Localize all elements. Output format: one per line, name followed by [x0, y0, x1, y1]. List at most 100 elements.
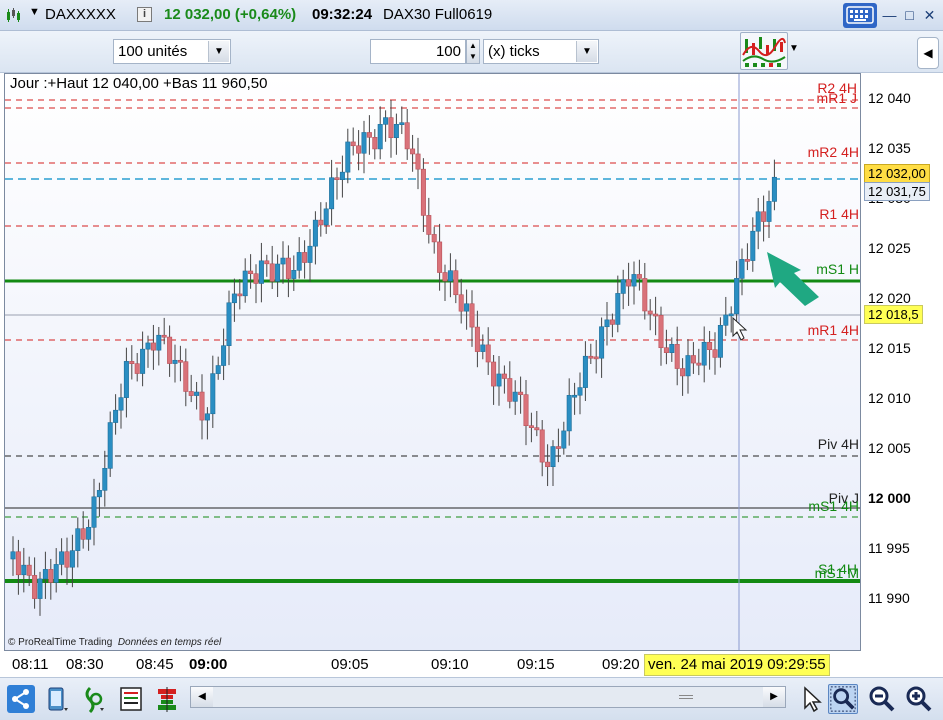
candle-body [626, 279, 632, 287]
daily-range-text: Jour :+Haut 12 040,00 +Bas 11 960,50 [10, 75, 268, 92]
book-button[interactable] [152, 684, 182, 714]
collapse-panel-button[interactable]: ◀ [917, 37, 939, 69]
chart-scrollbar[interactable]: ◀ ▶ [190, 686, 786, 708]
candle-body [377, 124, 383, 150]
candle-body [599, 326, 605, 359]
zoom-in-button[interactable] [903, 684, 933, 714]
candle-body [210, 373, 216, 415]
last-price-tag: 12 032,00 [864, 164, 930, 183]
candle-body [680, 368, 686, 377]
cursor-icon [804, 686, 822, 713]
candle-body [172, 359, 178, 364]
candle-body [237, 293, 243, 297]
price-axis[interactable] [861, 73, 943, 651]
candle-body [161, 334, 167, 338]
candle-body [269, 263, 275, 282]
candle-body [717, 325, 723, 358]
phone-button[interactable] [42, 684, 72, 714]
candle-body [561, 430, 567, 449]
y-tick-label: 12 015 [868, 340, 911, 356]
candle-body [280, 257, 286, 265]
units-select[interactable]: 100 unités ▼ [113, 39, 231, 64]
candle-body [258, 260, 264, 284]
candle-body [264, 260, 270, 265]
candle-body [318, 219, 324, 226]
keyboard-button[interactable] [843, 3, 877, 28]
y-tick-label: 12 020 [868, 290, 911, 306]
price-change: 12 032,00 (+0,64%) [164, 6, 297, 23]
candle-body [480, 344, 486, 352]
info-icon[interactable]: i [137, 7, 152, 22]
level-label-ms1-4h: mS1 4H [808, 498, 859, 514]
scroll-left-button[interactable]: ◀ [191, 687, 213, 707]
order-toolbar: 100 unités ▼ 100 ▲ ▼ (x) ticks ▼ ▼ ◀ [0, 31, 943, 73]
maximize-icon: □ [905, 7, 914, 23]
ticks-select[interactable]: (x) ticks ▼ [483, 39, 599, 64]
candle-body [642, 278, 648, 312]
ticks-select-value: (x) ticks [488, 43, 540, 60]
minimize-button[interactable]: — [879, 5, 900, 25]
x-tick-label: 08:30 [66, 656, 104, 673]
candle-body [15, 551, 21, 576]
maximize-button[interactable]: □ [899, 5, 920, 25]
quantity-input[interactable]: 100 [370, 39, 466, 64]
indicators-button[interactable] [740, 32, 788, 70]
candle-body [91, 496, 97, 528]
candle-body [399, 122, 405, 125]
candle-body [572, 394, 578, 398]
alerts-button[interactable] [80, 684, 110, 714]
orders-list-button[interactable] [116, 684, 146, 714]
candle-body [734, 278, 740, 315]
share-icon [7, 685, 35, 713]
candle-body [707, 341, 713, 350]
keyboard-icon [846, 6, 874, 24]
chevron-down-icon[interactable]: ▼ [29, 6, 40, 18]
x-tick-label: 09:15 [517, 656, 555, 673]
candle-body [96, 490, 102, 498]
candle-body [723, 314, 729, 326]
app-candles-icon[interactable] [5, 7, 21, 23]
symbol-name[interactable]: DAXXXXX [45, 6, 116, 23]
candle-body [744, 259, 750, 262]
candle-body [431, 234, 437, 243]
x-tick-label: 08:11 [12, 656, 49, 673]
candle-body [550, 446, 556, 468]
candle-body [145, 342, 151, 350]
chevron-down-icon[interactable]: ▼ [576, 41, 597, 62]
candle-body [48, 569, 54, 583]
candle-body [107, 422, 113, 469]
candle-body [26, 564, 32, 576]
candle-body [334, 177, 340, 180]
candle-body [32, 575, 38, 599]
zoom-out-button[interactable] [866, 684, 896, 714]
close-button[interactable]: ✕ [919, 5, 940, 25]
quantity-stepper[interactable]: ▲ ▼ [466, 39, 480, 64]
candle-body [102, 468, 108, 491]
candle-body [21, 564, 27, 576]
share-button[interactable] [6, 684, 36, 714]
candle-body [383, 117, 389, 125]
cursor-tool-button[interactable] [797, 684, 827, 714]
chevron-down-icon[interactable]: ▼ [208, 41, 229, 62]
phone-icon [48, 687, 68, 711]
candle-body [118, 397, 124, 411]
candle-body [674, 344, 680, 369]
scroll-thumb-grip[interactable] [679, 695, 693, 699]
candle-body [442, 272, 448, 282]
zoom-in-icon [906, 686, 932, 712]
candle-body [64, 551, 70, 568]
candle-body [755, 211, 761, 232]
scroll-right-button[interactable]: ▶ [763, 687, 785, 707]
units-select-value: 100 unités [118, 43, 188, 60]
chart-canvas[interactable] [5, 74, 861, 651]
candle-body [669, 344, 675, 353]
candle-body [685, 355, 691, 377]
candle-body [604, 319, 610, 328]
title-bar: ▼ DAXXXXX i 12 032,00 (+0,64%) 09:32:24 … [0, 0, 943, 31]
candle-body [53, 564, 59, 583]
price-chart[interactable] [4, 73, 861, 651]
chevron-down-icon[interactable]: ▼ [789, 43, 799, 54]
candle-body [10, 551, 16, 560]
candle-body [658, 314, 664, 349]
zoom-area-button[interactable] [828, 684, 858, 714]
